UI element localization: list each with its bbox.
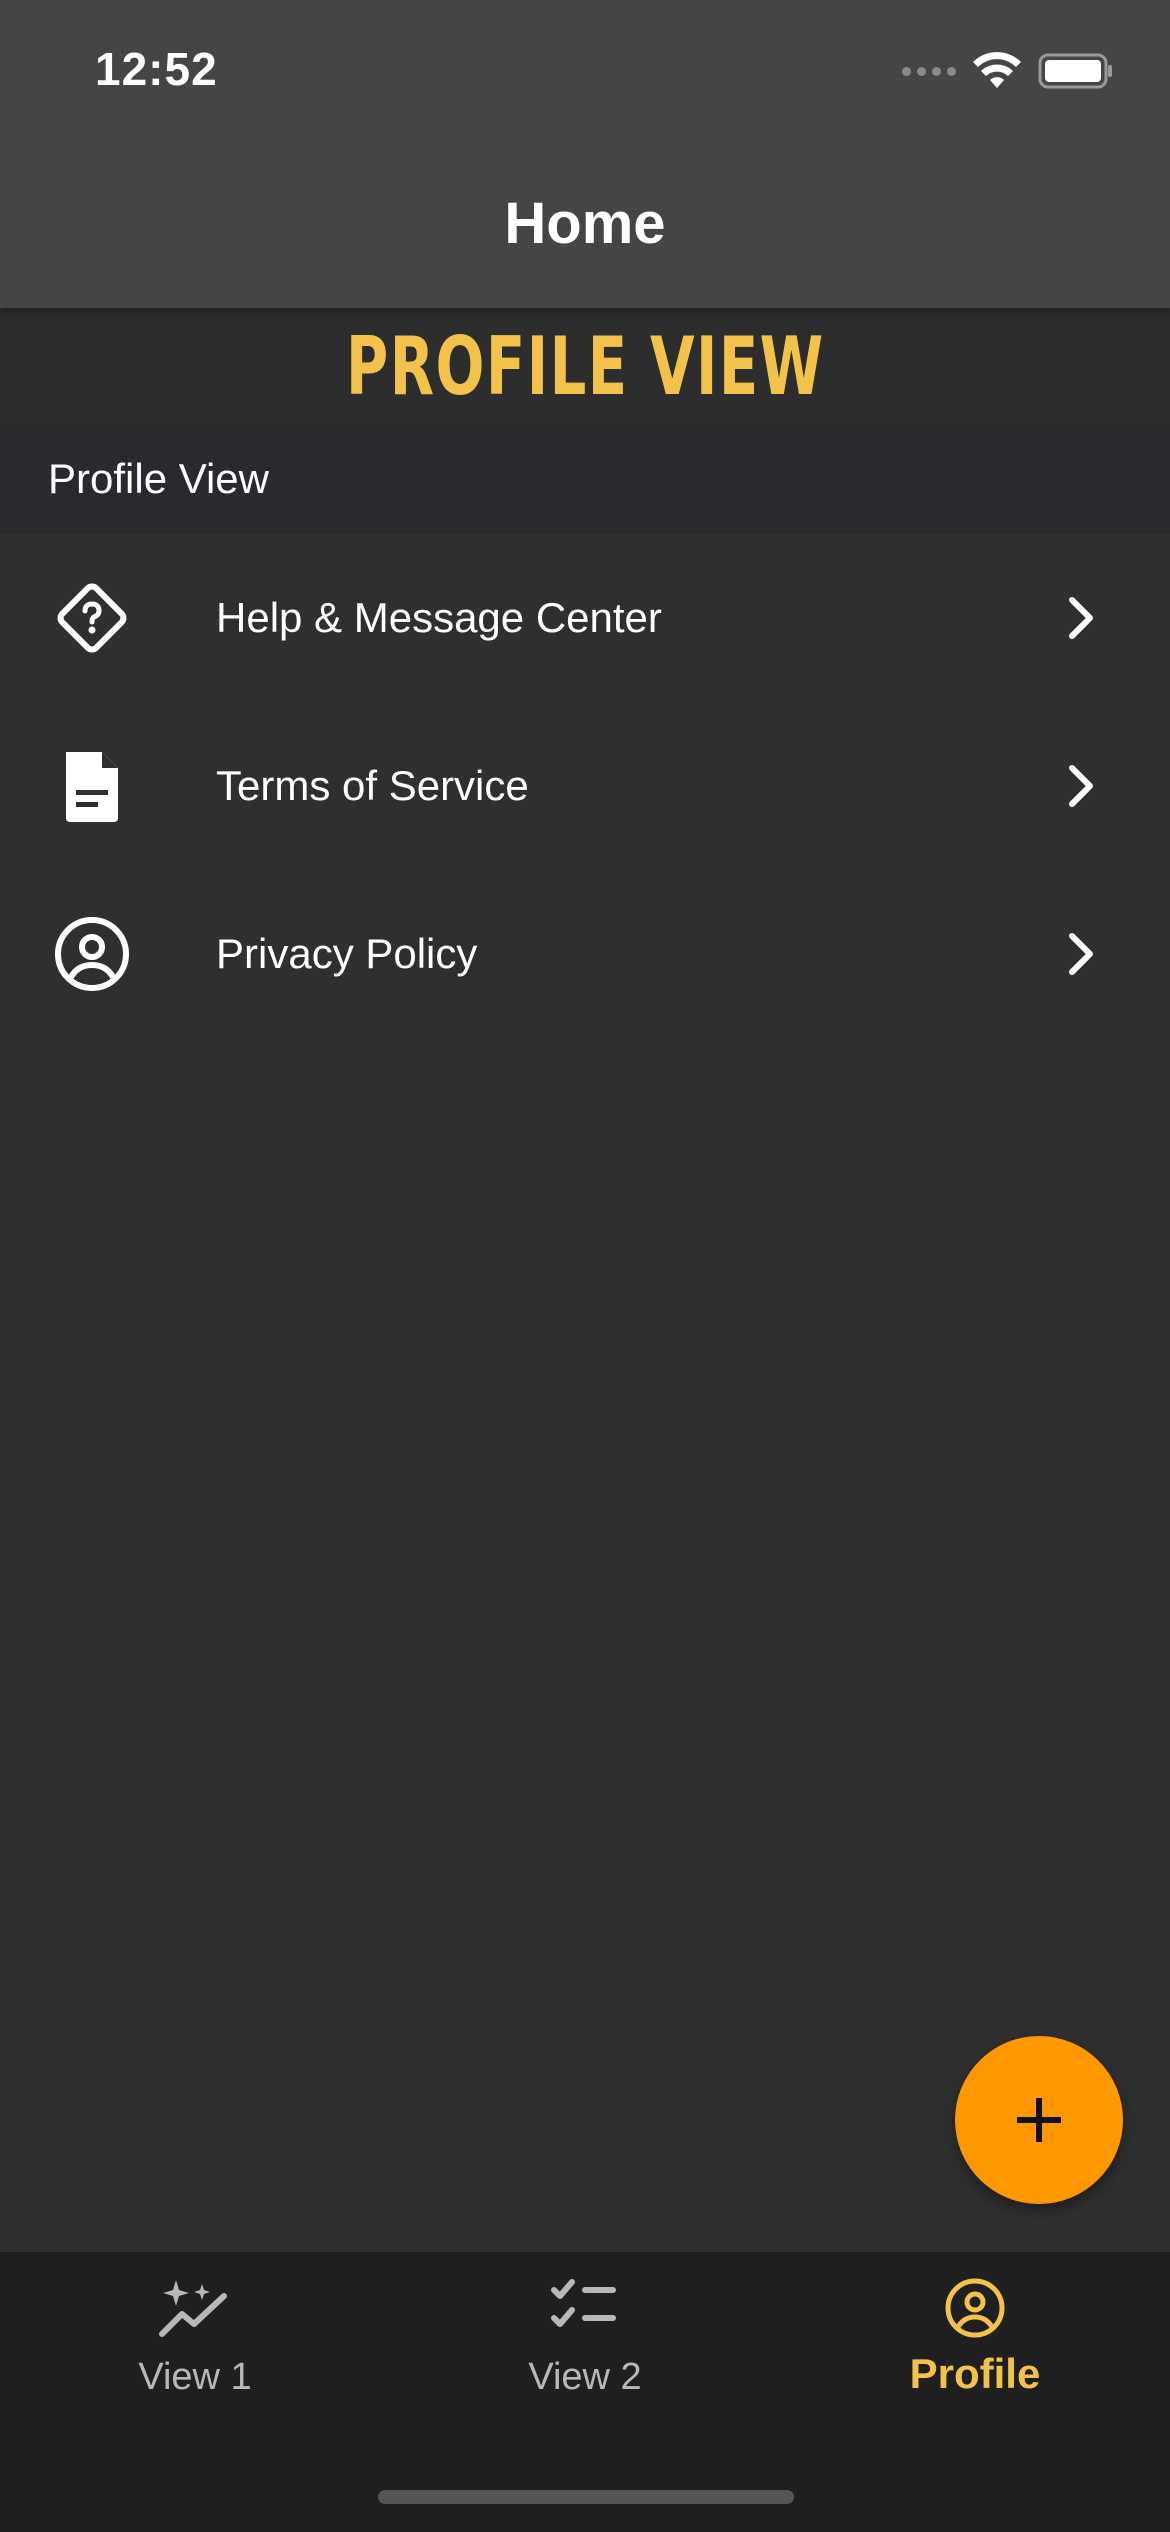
status-time: 12:52 — [95, 43, 218, 95]
tab-view-2[interactable]: View 2 — [390, 2252, 780, 2452]
menu-item-label: Terms of Service — [216, 762, 529, 809]
tab-profile[interactable]: Profile — [780, 2252, 1170, 2452]
help-diamond-icon — [52, 578, 132, 658]
user-circle-icon — [52, 914, 132, 994]
banner-title: PROFILE VIEW — [345, 319, 825, 413]
profile-banner: PROFILE VIEW — [0, 308, 1170, 424]
profile-menu-list: Help & Message Center Terms of Service P… — [0, 534, 1170, 1038]
home-indicator — [378, 2490, 794, 2504]
menu-item-label: Privacy Policy — [216, 930, 478, 977]
document-icon — [52, 746, 132, 826]
sparkle-chart-icon — [158, 2276, 232, 2340]
chevron-right-icon — [1069, 933, 1093, 975]
chevron-right-icon — [1069, 765, 1093, 807]
page-title: Home — [504, 191, 666, 256]
menu-item-privacy[interactable]: Privacy Policy — [0, 870, 1170, 1038]
tab-view-1[interactable]: View 1 — [0, 2252, 390, 2452]
app-header: 12:52 Home — [0, 0, 1170, 308]
menu-item-help[interactable]: Help & Message Center — [0, 534, 1170, 702]
chevron-right-icon — [1069, 597, 1093, 639]
bottom-tab-bar: View 1 View 2 Profile — [0, 2252, 1170, 2532]
section-header: Profile View — [0, 424, 1170, 534]
status-icons — [902, 52, 1114, 90]
checklist-icon — [548, 2276, 622, 2340]
tab-label: View 2 — [528, 2356, 642, 2398]
add-fab-button[interactable] — [955, 2036, 1123, 2204]
menu-item-label: Help & Message Center — [216, 594, 662, 641]
plus-icon — [1017, 2098, 1061, 2142]
cellular-signal-icon — [902, 66, 956, 76]
user-circle-icon — [938, 2276, 1012, 2340]
menu-item-terms[interactable]: Terms of Service — [0, 702, 1170, 870]
tab-label: View 1 — [138, 2356, 252, 2398]
tab-label: Profile — [909, 2350, 1041, 2397]
wifi-icon — [973, 52, 1021, 88]
battery-icon — [1038, 53, 1112, 89]
